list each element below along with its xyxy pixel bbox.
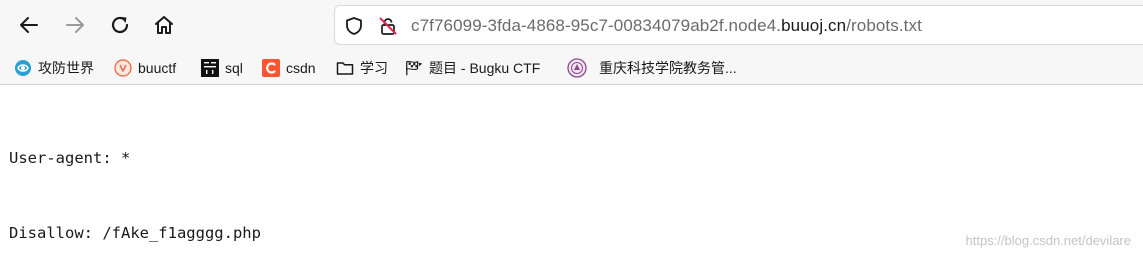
address-bar[interactable]: c7f76099-3fda-4868-95c7-00834079ab2f.nod… [334,5,1143,45]
bookmark-csdn[interactable]: csdn [262,57,316,78]
robots-line-useragent: User-agent: * [9,149,131,167]
hackit-icon [201,58,219,77]
bookmark-label: buuctf [138,59,177,76]
url-path: /robots.txt [846,16,922,35]
bookmark-folder-study[interactable]: 学习 [336,57,388,78]
bookmark-buuctf[interactable]: buuctf [114,57,176,78]
insecure-lock-icon[interactable] [377,15,399,37]
bookmark-label: 攻防世界 [38,59,94,76]
back-arrow-icon [20,17,38,33]
url-host: buuoj.cn [781,16,847,35]
bookmark-bugku[interactable]: 题目 - Bugku CTF [405,57,540,78]
bookmark-label: 题目 - Bugku CTF [429,59,541,76]
home-icon [155,16,173,34]
forward-arrow-icon [66,17,84,33]
university-icon [567,57,587,78]
home-button[interactable] [147,8,181,42]
back-button[interactable] [12,8,46,42]
bookmark-adworld[interactable]: 攻防世界 [14,57,94,78]
bookmarks-bar: 攻防世界 buuctf sql csdn 学习 题目 - Bugku CTF 重… [0,50,1143,85]
bookmark-label: 重庆科技学院教务管... [599,59,737,76]
robots-line-disallow: Disallow: /fAke_f1agggg.php [9,224,261,242]
bookmark-label: sql [225,59,243,76]
robots-txt-content: User-agent: * Disallow: /fAke_f1agggg.ph… [9,96,261,261]
url-text[interactable]: c7f76099-3fda-4868-95c7-00834079ab2f.nod… [411,15,922,37]
adworld-icon [14,59,32,77]
folder-icon [336,59,354,77]
csdn-icon [262,58,280,77]
browser-toolbar: c7f76099-3fda-4868-95c7-00834079ab2f.nod… [0,0,1143,50]
bookmark-label: csdn [286,59,316,76]
bookmark-label: 学习 [360,59,388,76]
watermark-text: https://blog.csdn.net/devilare [965,233,1132,248]
shield-icon[interactable] [343,15,365,37]
bookmark-sql[interactable]: sql [201,57,243,78]
buuctf-icon [114,58,132,77]
url-subdomain: c7f76099-3fda-4868-95c7-00834079ab2f.nod… [411,16,782,35]
forward-button[interactable] [58,8,92,42]
bookmark-university[interactable]: 重庆科技学院教务管... [567,57,737,78]
reload-icon [111,16,129,34]
reload-button[interactable] [103,8,137,42]
flag-icon [405,59,423,77]
